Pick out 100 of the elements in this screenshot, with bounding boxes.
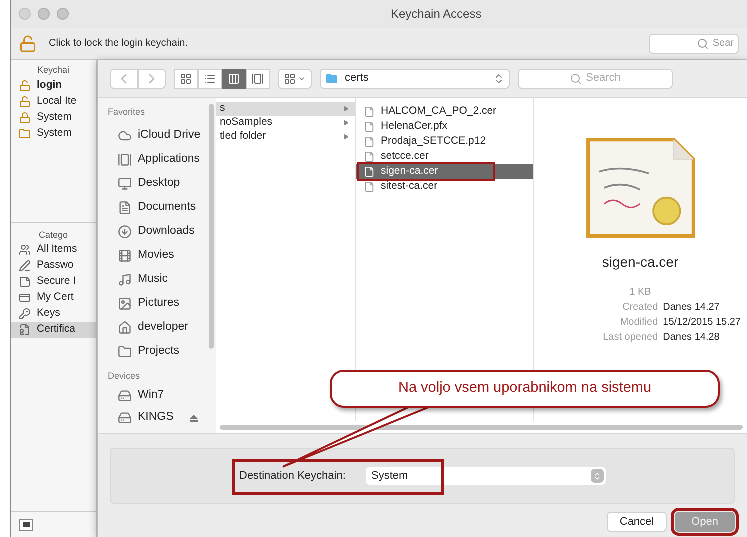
stepper-icon (493, 72, 505, 84)
document-icon (118, 200, 132, 214)
favorite-item[interactable]: Pictures (108, 292, 216, 316)
section-header: Devices (108, 370, 142, 382)
open-lock-icon (19, 96, 31, 108)
destination-label: Destination Keychain: (240, 468, 347, 484)
section-header: Catego (38, 228, 70, 242)
column-view-button[interactable] (222, 68, 246, 88)
open-lock-icon (19, 80, 31, 92)
favorite-item[interactable]: Downloads (108, 220, 216, 244)
device-item[interactable]: KINGS (108, 407, 216, 429)
file-row[interactable]: setcce.cer (356, 149, 533, 164)
device-item[interactable]: Win7 (108, 385, 216, 407)
gallery-view-button[interactable] (246, 68, 270, 88)
detail-value: 15/12/2015 15.27 (663, 316, 741, 330)
arrange-button[interactable] (278, 68, 312, 88)
detail-value: Danes 14.27 (663, 301, 721, 315)
favorite-item[interactable]: developer (108, 316, 216, 340)
preview-filename: sigen-ca.cer (602, 253, 679, 272)
scroll-bar[interactable] (209, 104, 214, 349)
folder-row[interactable]: s (216, 102, 355, 116)
monitor-icon (118, 176, 132, 190)
gallery-icon (252, 72, 264, 84)
category-item[interactable]: Passwo (11, 258, 96, 274)
keychain-item[interactable]: login (11, 78, 96, 94)
detail-value: Danes 14.28 (663, 331, 721, 345)
cloud-icon (118, 128, 132, 142)
file-row[interactable]: sigen-ca.cer (356, 164, 533, 179)
folder-icon (118, 344, 132, 358)
callout-bubble: Na voljo vsem uporabnikom na sistemu (330, 370, 720, 408)
disclosure-icon (343, 106, 349, 112)
keychain-item[interactable]: System (11, 126, 96, 142)
cancel-button[interactable]: Cancel (607, 512, 667, 532)
card-icon (19, 292, 31, 304)
destination-popup[interactable]: System (366, 467, 606, 485)
favorite-item[interactable]: Documents (108, 196, 216, 220)
close-button[interactable] (19, 8, 31, 20)
section-header: Favorites (108, 106, 146, 119)
file-icon (364, 120, 375, 132)
film-icon (118, 248, 132, 262)
category-item[interactable]: My Cert (11, 290, 96, 306)
drive-icon (118, 389, 132, 403)
file-icon (364, 136, 375, 148)
folder-icon (19, 128, 31, 140)
zoom-button[interactable] (57, 8, 69, 20)
category-item[interactable]: Certifica (11, 322, 96, 338)
drive-icon (118, 411, 132, 425)
keychain-item[interactable]: Local Ite (11, 94, 96, 110)
folder-row[interactable]: tled folder (216, 130, 355, 144)
favorite-item[interactable]: Movies (108, 244, 216, 268)
favorite-item[interactable]: Applications (108, 148, 216, 172)
favorite-item[interactable]: iCloud Drive (108, 124, 216, 148)
disclosure-icon (343, 134, 349, 140)
file-row[interactable]: sitest-ca.cer (356, 179, 533, 194)
folder-icon (325, 72, 339, 84)
grid-icon (180, 72, 192, 84)
file-icon (364, 166, 375, 178)
file-icon (364, 150, 375, 162)
disclosure-icon (343, 120, 349, 126)
file-size: 1 KB (630, 286, 652, 300)
forward-button[interactable] (138, 68, 166, 88)
pen-icon (19, 260, 31, 272)
horizontal-scroll-bar[interactable] (220, 424, 743, 430)
file-row[interactable]: HALCOM_CA_PO_2.cer (356, 104, 533, 119)
detail-label: Created (622, 301, 658, 315)
keychain-item[interactable]: System (11, 110, 96, 126)
file-row[interactable]: Prodaja_SETCCE.p12 (356, 134, 533, 149)
path-popup[interactable]: certs (320, 68, 510, 88)
detail-label: Modified (619, 316, 658, 330)
stepper-icon (592, 472, 602, 480)
back-button[interactable] (110, 68, 138, 88)
stepper-button[interactable] (590, 469, 604, 483)
columns-icon (228, 72, 240, 84)
download-icon (118, 224, 132, 238)
open-lock-icon[interactable] (19, 32, 37, 54)
lock-icon (19, 112, 31, 124)
people-icon (19, 244, 31, 256)
minimize-button[interactable] (38, 8, 50, 20)
home-icon (118, 320, 132, 334)
detail-label: Last opened (603, 331, 658, 345)
eject-icon[interactable] (190, 414, 198, 422)
lock-hint: Click to lock the login keychain. (49, 37, 188, 51)
favorite-item[interactable]: Projects (108, 340, 216, 364)
file-icon (364, 180, 375, 192)
certificate-icon (19, 324, 31, 336)
note-icon (19, 276, 31, 288)
category-item[interactable]: All Items (11, 242, 96, 258)
file-row[interactable]: HelenaCer.pfx (356, 119, 533, 134)
favorite-item[interactable]: Desktop (108, 172, 216, 196)
section-header: Keychai (36, 64, 71, 77)
picture-icon (118, 296, 132, 310)
info-button[interactable] (19, 518, 33, 530)
list-view-button[interactable] (198, 68, 222, 88)
window-title: Keychain Access (391, 6, 482, 23)
music-icon (118, 272, 132, 286)
category-item[interactable]: Keys (11, 306, 96, 322)
icon-view-button[interactable] (174, 68, 198, 88)
category-item[interactable]: Secure I (11, 274, 96, 290)
favorite-item[interactable]: Music (108, 268, 216, 292)
folder-row[interactable]: noSamples (216, 116, 355, 130)
